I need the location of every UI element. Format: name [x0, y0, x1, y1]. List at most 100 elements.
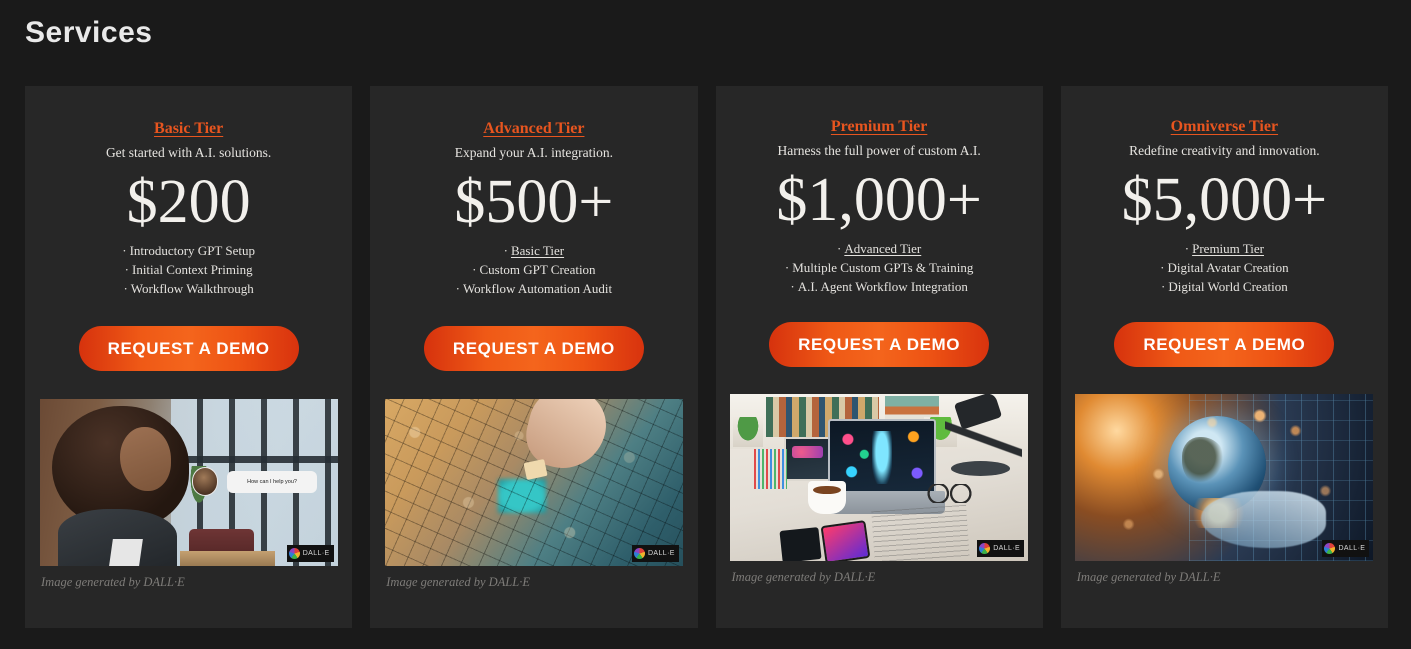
- dalle-watermark: DALL·E: [977, 540, 1025, 557]
- feature-label: Digital Avatar Creation: [1167, 260, 1289, 275]
- image-caption-basic: Image generated by DALL·E: [41, 575, 185, 589]
- bullet-icon: ·: [836, 241, 842, 256]
- notebook-shape: [871, 504, 971, 561]
- coffee-cup-shape: [807, 480, 847, 515]
- bullet-icon: ·: [503, 243, 508, 258]
- tier-tagline-omniverse: Redefine creativity and innovation.: [1129, 143, 1320, 158]
- collar-shape: [109, 539, 143, 566]
- dalle-watermark-label: DALL·E: [993, 545, 1021, 552]
- bullet-icon: ·: [790, 279, 795, 294]
- tablet-shape: [783, 437, 832, 481]
- feature-item[interactable]: · Advanced Tier: [785, 239, 973, 258]
- chat-bubble-text: How can I help you?: [247, 478, 297, 485]
- dalle-watermark: DALL·E: [631, 545, 679, 562]
- tier-image-basic: How can I help you? DALL·E: [39, 399, 338, 566]
- tier-tagline-advanced: Expand your A.I. integration.: [454, 145, 613, 160]
- bullet-icon: ·: [1184, 241, 1190, 256]
- dalle-logo-icon: [1324, 543, 1336, 554]
- face-shape: [120, 427, 171, 491]
- feature-item[interactable]: · Basic Tier: [456, 241, 613, 260]
- dalle-logo-icon: [633, 548, 645, 559]
- bullet-icon: ·: [472, 262, 477, 277]
- service-card-premium: Premium Tier Harness the full power of c…: [715, 86, 1043, 628]
- feature-label: Multiple Custom GPTs & Training: [792, 260, 974, 275]
- coffee-liquid-shape: [813, 485, 841, 495]
- service-card-omniverse: Omniverse Tier Redefine creativity and i…: [1060, 86, 1388, 628]
- bullet-icon: ·: [1161, 279, 1166, 294]
- bullet-icon: ·: [124, 262, 129, 277]
- illustration-digital-globe: [1075, 394, 1374, 561]
- services-card-grid: Basic Tier Get started with A.I. solutio…: [25, 86, 1388, 628]
- tier-price-advanced: $500+: [454, 168, 614, 236]
- tier-title-link-advanced[interactable]: Advanced Tier: [483, 120, 584, 138]
- dalle-watermark-label: DALL·E: [1338, 545, 1366, 552]
- feature-label: Workflow Walkthrough: [130, 281, 254, 296]
- desk-shape: [179, 550, 276, 566]
- feature-list-advanced: · Basic Tier · Custom GPT Creation · Workfl…: [456, 241, 613, 298]
- tier-price-premium: $1,000+: [776, 166, 982, 234]
- page-title: Services: [25, 16, 153, 49]
- tier-tagline-basic: Get started with A.I. solutions.: [105, 145, 272, 160]
- feature-list-premium: · Advanced Tier · Multiple Custom GPTs & T…: [785, 239, 973, 296]
- feature-item: · Digital Avatar Creation: [1160, 258, 1288, 277]
- feature-list-basic: · Introductory GPT Setup · Initial Context…: [122, 241, 255, 298]
- chat-bubble: How can I help you?: [227, 470, 317, 493]
- tier-image-premium: DALL·E: [730, 394, 1029, 561]
- feature-item: · Initial Context Priming: [122, 260, 255, 279]
- feature-item: · Introductory GPT Setup: [122, 241, 255, 260]
- feature-label: Custom GPT Creation: [479, 262, 596, 277]
- tier-title-link-basic[interactable]: Basic Tier: [154, 120, 223, 138]
- image-caption-advanced: Image generated by DALL·E: [386, 575, 530, 589]
- dalle-watermark-label: DALL·E: [302, 550, 330, 557]
- plant-left-shape: [733, 417, 763, 448]
- feature-label: Workflow Automation Audit: [462, 281, 613, 296]
- dalle-watermark: DALL·E: [286, 545, 334, 562]
- feature-link[interactable]: Premium Tier: [1192, 241, 1264, 256]
- bullet-icon: ·: [122, 243, 127, 258]
- feature-link[interactable]: Advanced Tier: [844, 241, 921, 256]
- feature-item: · Multiple Custom GPTs & Training: [785, 258, 973, 277]
- request-demo-button-advanced[interactable]: REQUEST A DEMO: [423, 326, 644, 371]
- avatar-bubble-icon: [191, 467, 219, 496]
- lamp-base-shape: [950, 460, 1011, 476]
- feature-label: Introductory GPT Setup: [129, 243, 255, 258]
- feature-item: · Custom GPT Creation: [456, 260, 613, 279]
- feature-item[interactable]: · Premium Tier: [1160, 239, 1288, 258]
- feature-label: Digital World Creation: [1168, 279, 1288, 294]
- illustration-woman-office: How can I help you?: [39, 399, 338, 566]
- service-card-advanced: Advanced Tier Expand your A.I. integrati…: [370, 86, 698, 628]
- pencil-cup-shape: [753, 449, 787, 490]
- bullet-icon: ·: [123, 281, 128, 296]
- dalle-logo-icon: [288, 548, 300, 559]
- request-demo-button-omniverse[interactable]: REQUEST A DEMO: [1114, 322, 1335, 367]
- service-card-basic: Basic Tier Get started with A.I. solutio…: [25, 86, 353, 628]
- feature-label: A.I. Agent Workflow Integration: [797, 279, 968, 294]
- tablet-chart-shape: [791, 446, 824, 459]
- smartphone-shape: [820, 519, 870, 561]
- dalle-logo-icon: [979, 543, 991, 554]
- tier-title-link-omniverse[interactable]: Omniverse Tier: [1171, 118, 1278, 136]
- bokeh-lights-shape: [1075, 394, 1374, 561]
- feature-item: · Workflow Automation Audit: [456, 279, 613, 298]
- feature-label: Initial Context Priming: [131, 262, 253, 277]
- image-caption-omniverse: Image generated by DALL·E: [1076, 570, 1221, 584]
- tier-price-omniverse: $5,000+: [1121, 166, 1328, 234]
- request-demo-button-premium[interactable]: REQUEST A DEMO: [769, 322, 990, 367]
- tier-image-omniverse: DALL·E: [1075, 394, 1374, 561]
- feature-item: · Digital World Creation: [1160, 277, 1288, 296]
- dalle-watermark-label: DALL·E: [647, 550, 675, 557]
- tier-title-link-premium[interactable]: Premium Tier: [831, 118, 927, 136]
- tier-price-basic: $200: [126, 168, 251, 236]
- ai-human-figure-shape: [871, 431, 893, 484]
- image-caption-premium: Image generated by DALL·E: [731, 570, 876, 584]
- bullet-icon: ·: [1160, 260, 1165, 275]
- feature-link[interactable]: Basic Tier: [511, 243, 564, 258]
- request-demo-button-basic[interactable]: REQUEST A DEMO: [78, 326, 299, 371]
- feature-item: · A.I. Agent Workflow Integration: [785, 277, 973, 296]
- dalle-watermark: DALL·E: [1322, 540, 1370, 557]
- tier-tagline-premium: Harness the full power of custom A.I.: [777, 143, 981, 158]
- tier-image-advanced: DALL·E: [384, 399, 683, 566]
- secondary-phone-shape: [779, 527, 822, 561]
- bullet-icon: ·: [455, 281, 460, 296]
- feature-list-omniverse: · Premium Tier · Digital Avatar Creation ·…: [1160, 239, 1288, 296]
